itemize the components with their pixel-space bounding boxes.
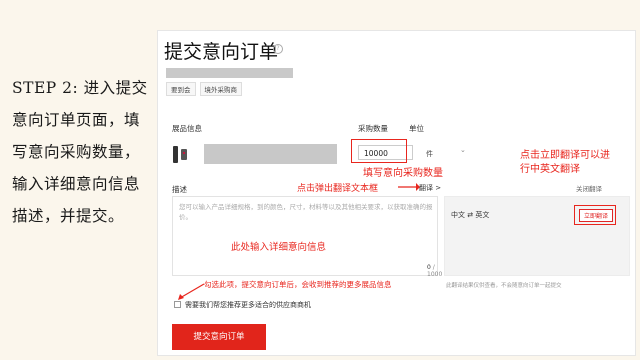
detail-annotation: 此处输入详细意向信息 — [231, 242, 327, 253]
description-textarea[interactable]: 您可以输入产品详细规格，到的颜色，尺寸，材料等以及其他相关要求，以获取准确的报价… — [172, 196, 442, 278]
desc-label: 描述 — [172, 185, 187, 194]
submit-order-button[interactable]: 提交意向订单 — [172, 324, 266, 350]
qty-highlight-box — [351, 139, 407, 163]
checkbox-annotation: 勾选此项，提交意向订单后，会收到推荐的更多展品信息 — [204, 280, 392, 289]
qty-annotation: 填写意向采购数量 — [363, 168, 443, 179]
tag-list: 要到会 境外采购商 — [166, 82, 242, 96]
close-translate-link[interactable]: 关闭翻译 — [576, 183, 602, 193]
redacted-subtitle — [166, 68, 293, 78]
step-instruction: STEP 2: 进入提交意向订单页面，填写意向采购数量，输入详细意向信息描述，并… — [12, 79, 148, 225]
checkbox-label: 需要我们帮您推荐更多适合的供应商商机 — [185, 301, 311, 309]
product-label: 展品信息 — [172, 124, 202, 133]
translation-note: 此翻译结果仅供查看，不会随意向订单一起提交 — [446, 283, 562, 289]
page-title: 提交意向订单 — [164, 41, 279, 63]
tag-fair: 要到会 — [166, 82, 196, 96]
translate-highlight-box — [574, 205, 616, 225]
char-counter: 0 / 1000 — [427, 264, 443, 278]
order-panel: 提交意向订单 ? 要到会 境外采购商 展品信息 采购数量 单位 10000 件 … — [157, 30, 636, 356]
translate-annotation: 点击立即翻译可以进 行中英文翻译 — [520, 150, 610, 175]
chevron-down-icon[interactable]: ⌄ — [460, 146, 466, 154]
product-image — [172, 143, 190, 165]
arrow-icon — [398, 183, 420, 191]
translate-link[interactable]: 翻译 > — [419, 183, 441, 193]
language-pair[interactable]: 中文 ⇄ 英文 — [451, 210, 489, 220]
popup-annotation: 点击弹出翻译文本框 — [297, 184, 379, 194]
description-placeholder: 您可以输入产品详细规格，到的颜色，尺寸，材料等以及其他相关要求，以获取准确的报价… — [179, 203, 433, 221]
help-icon[interactable]: ? — [273, 44, 283, 54]
product-name-redacted — [204, 144, 337, 164]
arrow-icon — [178, 283, 205, 300]
tag-buyer: 境外采购商 — [199, 82, 242, 96]
unit-label: 单位 — [409, 124, 424, 133]
qty-label: 采购数量 — [358, 124, 388, 133]
recommend-checkbox[interactable] — [174, 301, 181, 308]
unit-select[interactable]: 件 — [426, 149, 433, 159]
